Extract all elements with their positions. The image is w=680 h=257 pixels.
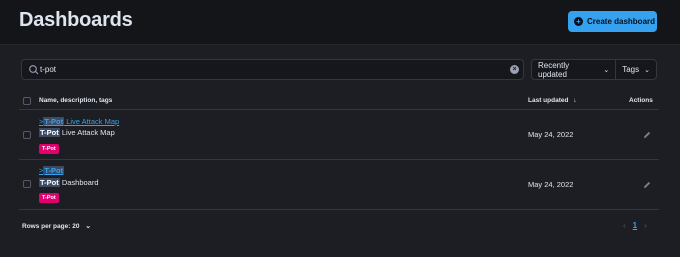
column-last-updated[interactable]: Last updated ↓ — [528, 97, 577, 104]
arrow-down-icon: ↓ — [573, 97, 577, 104]
previous-page-icon[interactable]: ‹ — [623, 221, 626, 230]
title-highlight: T-Pot — [43, 117, 65, 126]
sort-dropdown[interactable]: Recently updated ⌄ — [532, 60, 617, 79]
dashboard-description: T-Pot Dashboard — [39, 178, 99, 187]
row-checkbox[interactable] — [23, 180, 31, 188]
rows-per-page-label: Rows per page: 20 — [22, 223, 80, 230]
dashboard-description: T-Pot Live Attack Map — [39, 128, 115, 137]
sort-label: Recently updated — [538, 60, 570, 79]
pencil-icon[interactable] — [642, 130, 652, 140]
clear-icon[interactable]: × — [510, 65, 519, 74]
page-header: Dashboards + Create dashboard — [0, 0, 680, 45]
page-number[interactable]: 1 — [633, 221, 637, 230]
pagination: ‹ 1 › — [623, 221, 647, 230]
tags-filter-button[interactable]: Tags ⌄ — [616, 60, 656, 79]
next-page-icon[interactable]: › — [644, 221, 647, 230]
chevron-down-icon: ⌄ — [644, 66, 650, 74]
page-title: Dashboards — [19, 9, 133, 31]
title-rest: Live Attack Map — [64, 117, 120, 126]
tag-badge[interactable]: T-Pot — [39, 193, 59, 203]
dashboard-title-link[interactable]: >T-Pot Live Attack Map — [39, 117, 119, 126]
desc-rest: Dashboard — [59, 178, 99, 187]
rows-per-page-button[interactable]: Rows per page: 20 ⌄ — [22, 222, 91, 230]
table-header: Name, description, tags Last updated ↓ A… — [19, 94, 659, 110]
column-last-updated-label: Last updated — [528, 97, 569, 104]
search-value: t-pot — [40, 65, 57, 74]
dashboard-title-link[interactable]: >T-Pot — [39, 166, 65, 175]
title-highlight: T-Pot — [43, 166, 65, 175]
chevron-down-icon: ⌄ — [85, 223, 92, 230]
pencil-icon[interactable] — [642, 180, 652, 190]
column-name: Name, description, tags — [39, 97, 113, 104]
table-row: >T-Pot Live Attack Map T-Pot Live Attack… — [19, 111, 659, 160]
desc-highlight: T-Pot — [39, 128, 60, 137]
plus-icon: + — [574, 17, 583, 26]
tag-badge[interactable]: T-Pot — [39, 144, 59, 154]
chevron-down-icon: ⌄ — [603, 66, 610, 74]
select-all-checkbox[interactable] — [23, 97, 31, 105]
search-input[interactable]: t-pot × — [21, 59, 524, 80]
last-updated-date: May 24, 2022 — [528, 130, 574, 139]
table-row: >T-Pot T-Pot Dashboard T-Pot May 24, 202… — [19, 160, 659, 210]
create-dashboard-button[interactable]: + Create dashboard — [568, 11, 657, 32]
search-icon — [29, 65, 39, 75]
column-actions: Actions — [629, 97, 653, 104]
create-dashboard-label: Create dashboard — [587, 17, 656, 26]
filter-group: Recently updated ⌄ Tags ⌄ — [531, 59, 657, 80]
row-checkbox[interactable] — [23, 131, 31, 139]
last-updated-date: May 24, 2022 — [528, 180, 574, 189]
tags-label: Tags — [622, 65, 640, 74]
desc-rest: Live Attack Map — [59, 128, 115, 137]
desc-highlight: T-Pot — [39, 178, 60, 187]
